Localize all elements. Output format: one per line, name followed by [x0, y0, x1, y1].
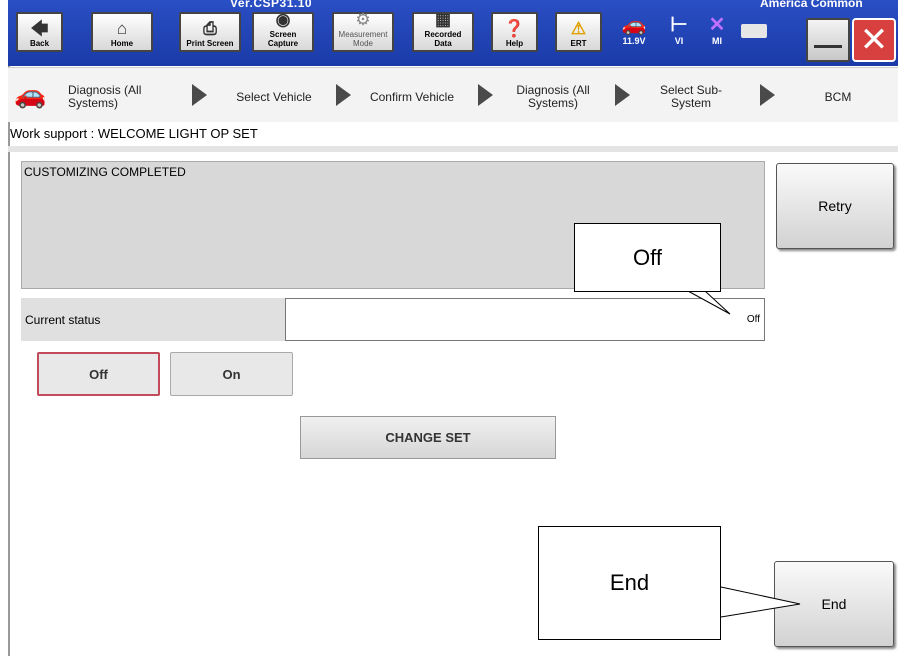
end-callout-pointer — [720, 586, 801, 618]
callout-pointers — [687, 290, 801, 618]
off-callout: Off — [574, 223, 721, 292]
off-callout-pointer — [687, 290, 731, 315]
end-callout: End — [538, 526, 721, 640]
